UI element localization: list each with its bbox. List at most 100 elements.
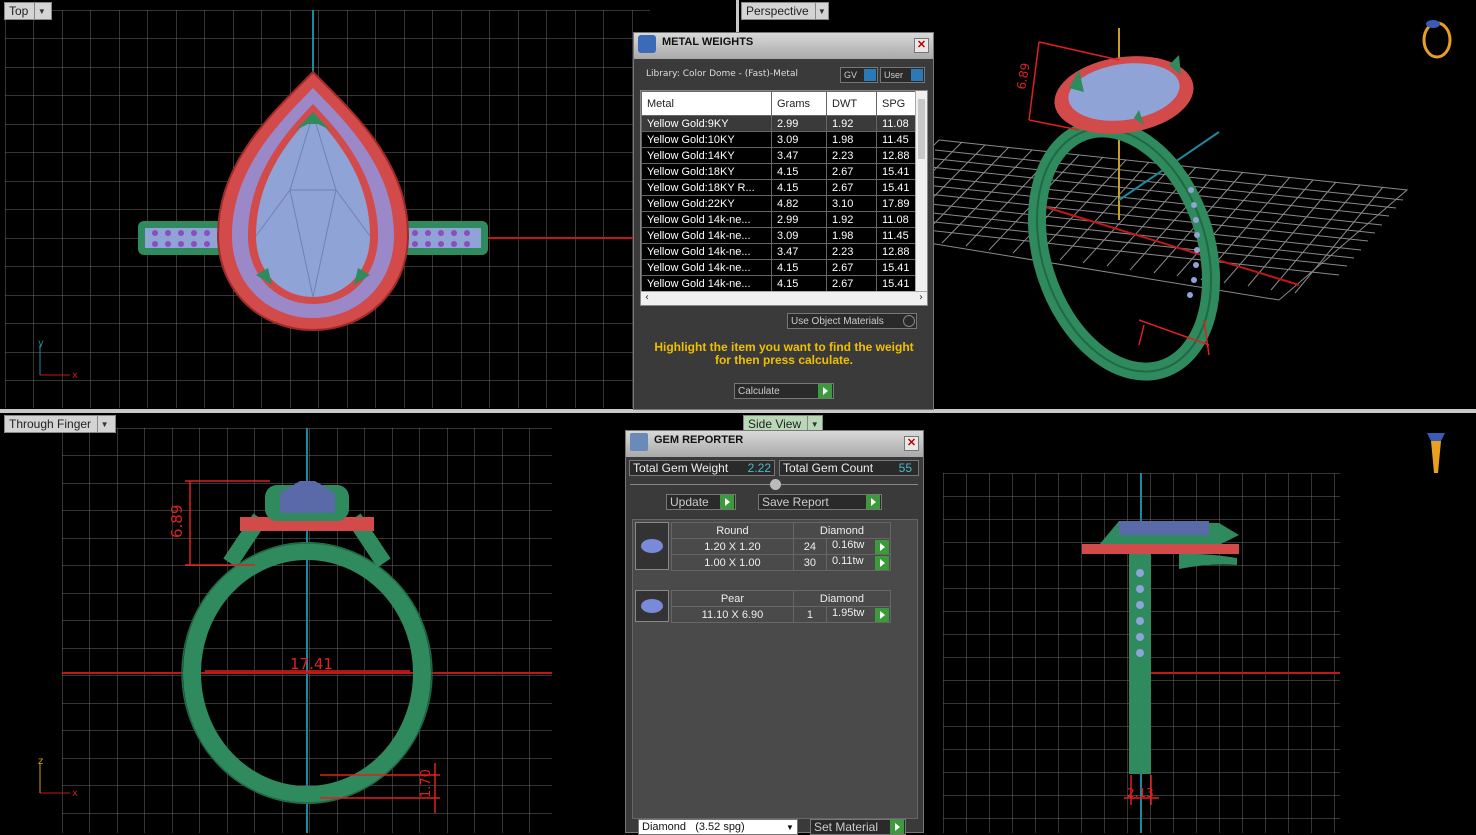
side-shank-dimension: 2.13 <box>1127 786 1154 800</box>
close-icon[interactable]: ✕ <box>904 436 919 451</box>
metal-row[interactable]: Yellow Gold:9KY 2.99 1.92 11.08 <box>641 115 917 132</box>
total-gem-count-value: 55 <box>898 461 912 475</box>
chevron-down-icon[interactable]: ▼ <box>34 3 48 19</box>
metal-row[interactable]: Yellow Gold 14k-ne... 3.09 1.98 11.45 <box>641 227 917 244</box>
metal-cell-metal: Yellow Gold 14k-ne... <box>641 227 772 244</box>
metal-cell-grams: 3.47 <box>771 147 827 164</box>
chevron-down-icon[interactable]: ▼ <box>97 416 111 432</box>
metal-cell-spg: 11.45 <box>876 131 917 148</box>
gem-row[interactable]: 11.10 X 6.90 1 1.95tw <box>671 606 892 623</box>
metal-row[interactable]: Yellow Gold:22KY 4.82 3.10 17.89 <box>641 195 917 212</box>
save-report-button[interactable]: Save Report <box>758 494 882 510</box>
ring-size-dimension: 17.41 <box>290 655 333 673</box>
metal-cell-dwt: 2.67 <box>826 275 877 292</box>
metal-row[interactable]: Yellow Gold 14k-ne... 3.47 2.23 12.88 <box>641 243 917 260</box>
metal-cell-dwt: 3.10 <box>826 195 877 212</box>
gem-reporter-icon <box>630 433 648 451</box>
gem-row[interactable]: 1.00 X 1.00 30 0.11tw <box>671 554 892 571</box>
calculate-button[interactable]: Calculate <box>734 383 834 399</box>
total-gem-count-label: Total Gem Count 55 <box>779 460 919 476</box>
metal-weights-icon <box>638 35 656 53</box>
metal-cell-spg: 15.41 <box>876 179 917 196</box>
metal-cell-grams: 2.99 <box>771 115 827 132</box>
metal-cell-grams: 3.09 <box>771 131 827 148</box>
metal-cell-metal: Yellow Gold:18KY <box>641 163 772 180</box>
metal-cell-metal: Yellow Gold 14k-ne... <box>641 243 772 260</box>
metal-cell-grams: 4.15 <box>771 163 827 180</box>
metal-row[interactable]: Yellow Gold 14k-ne... 4.15 2.67 15.41 <box>641 259 917 276</box>
gem-thumbnail-icon <box>635 590 669 622</box>
metal-row[interactable]: Yellow Gold:18KY 4.15 2.67 15.41 <box>641 163 917 180</box>
gem-view-icon[interactable] <box>1427 433 1445 473</box>
metal-cell-grams: 3.09 <box>771 227 827 244</box>
metal-cell-dwt: 1.92 <box>826 115 877 132</box>
play-icon <box>890 820 904 834</box>
gem-tw: 0.11tw <box>825 554 892 571</box>
metal-row[interactable]: Yellow Gold:14KY 3.47 2.23 12.88 <box>641 147 917 164</box>
gem-type: Diamond <box>792 590 892 607</box>
ring-view-icon[interactable] <box>1422 20 1452 59</box>
metal-cell-grams: 4.82 <box>771 195 827 212</box>
play-icon <box>866 495 880 509</box>
viewport-perspective-label[interactable]: Perspective ▼ <box>741 2 829 20</box>
gem-count: 24 <box>792 538 827 555</box>
gem-count: 1 <box>792 606 827 623</box>
play-icon[interactable] <box>875 540 889 554</box>
splitter-handle[interactable] <box>630 479 918 490</box>
metal-row[interactable]: Yellow Gold 14k-ne... 2.99 1.92 11.08 <box>641 211 917 228</box>
gem-type: Diamond <box>792 522 892 539</box>
chevron-down-icon: ▼ <box>786 822 794 832</box>
metal-table-container[interactable]: Metal Grams DWT SPG Yellow Gold:9KY 2.99 1… <box>640 90 928 306</box>
play-icon <box>818 384 832 398</box>
user-toggle[interactable]: User <box>880 67 925 83</box>
metal-cell-dwt: 2.67 <box>826 179 877 196</box>
metal-cell-dwt: 2.23 <box>826 243 877 260</box>
play-icon <box>720 495 734 509</box>
metal-cell-dwt: 1.92 <box>826 211 877 228</box>
gem-row[interactable]: 1.20 X 1.20 24 0.16tw <box>671 538 892 555</box>
svg-text:y: y <box>38 338 44 349</box>
gem-shape: Round <box>671 522 794 539</box>
col-spg[interactable]: SPG <box>876 91 917 116</box>
metal-row[interactable]: Yellow Gold 14k-ne... 4.15 2.67 15.41 <box>641 275 917 292</box>
metal-cell-grams: 3.47 <box>771 243 827 260</box>
metal-cell-grams: 4.15 <box>771 259 827 276</box>
metal-cell-dwt: 2.67 <box>826 259 877 276</box>
metal-cell-spg: 11.08 <box>876 211 917 228</box>
metal-cell-spg: 17.89 <box>876 195 917 212</box>
gem-size: 11.10 X 6.90 <box>671 606 794 623</box>
col-metal[interactable]: Metal <box>641 91 772 116</box>
metal-row[interactable]: Yellow Gold:10KY 3.09 1.98 11.45 <box>641 131 917 148</box>
metal-cell-spg: 15.41 <box>876 275 917 292</box>
use-object-materials-toggle[interactable]: Use Object Materials <box>787 313 917 329</box>
svg-text:z: z <box>38 756 43 767</box>
metal-weights-titlebar[interactable]: METAL WEIGHTS ✕ <box>634 33 933 59</box>
horizontal-scrollbar[interactable]: ‹ › <box>641 291 927 305</box>
gem-reporter-titlebar[interactable]: GEM REPORTER ✕ <box>626 431 923 457</box>
gem-tw: 1.95tw <box>825 606 892 623</box>
viewport-through-finger-label[interactable]: Through Finger ▼ <box>4 415 116 433</box>
vertical-scrollbar[interactable] <box>915 91 927 291</box>
top-view-canvas: xy <box>5 10 650 408</box>
shank-bottom-dimension: 1.70 <box>419 769 434 798</box>
play-icon[interactable] <box>875 608 889 622</box>
close-icon[interactable]: ✕ <box>914 38 929 53</box>
gem-table: Round Diamond 1.20 X 1.20 24 0.16tw 1.00 X 1… <box>671 522 892 571</box>
viewport-top-label[interactable]: Top ▼ <box>4 2 52 20</box>
viewport-top[interactable]: xy Top ▼ <box>0 0 736 409</box>
gem-size: 1.00 X 1.00 <box>671 554 794 571</box>
metal-cell-dwt: 2.23 <box>826 147 877 164</box>
metal-cell-metal: Yellow Gold:10KY <box>641 131 772 148</box>
metal-row[interactable]: Yellow Gold:18KY R... 4.15 2.67 15.41 <box>641 179 917 196</box>
metal-cell-spg: 12.88 <box>876 147 917 164</box>
persp-height-dimension: 6.89 <box>1014 62 1032 91</box>
metal-cell-spg: 11.45 <box>876 227 917 244</box>
total-gem-weight-value: 2.22 <box>747 461 771 475</box>
col-grams[interactable]: Grams <box>771 91 827 116</box>
gv-toggle[interactable]: GV <box>840 67 878 83</box>
metal-cell-spg: 12.88 <box>876 243 917 260</box>
col-dwt[interactable]: DWT <box>826 91 877 116</box>
update-button[interactable]: Update <box>666 494 736 510</box>
play-icon[interactable] <box>875 556 889 570</box>
chevron-down-icon[interactable]: ▼ <box>814 3 828 19</box>
